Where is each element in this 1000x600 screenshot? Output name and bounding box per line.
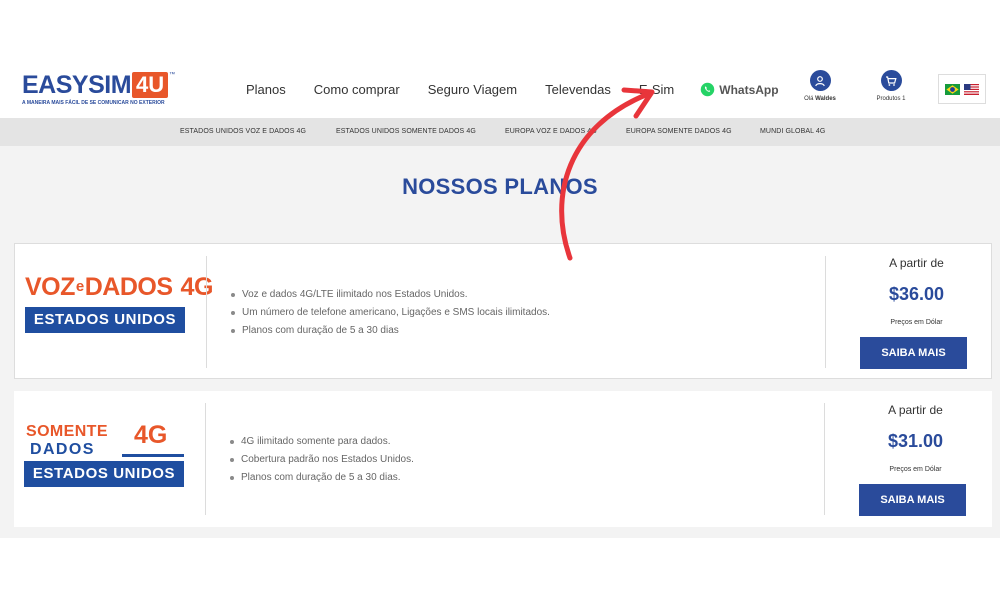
logo-4u-badge: 4U xyxy=(132,72,169,98)
brazil-flag-icon[interactable] xyxy=(945,83,960,95)
site-header: EASYSIM 4U ™ A MANEIRA MAIS FÁCIL DE SE … xyxy=(0,60,1000,118)
feature-item: Cobertura padrão nos Estados Unidos. xyxy=(230,451,414,469)
logo-band: ESTADOS UNIDOS xyxy=(25,307,185,333)
logo-tagline: A MANEIRA MAIS FÁCIL DE SE COMUNICAR NO … xyxy=(22,100,165,106)
category-eua-somente-dados[interactable]: ESTADOS UNIDOS SOMENTE DADOS 4G xyxy=(336,128,476,135)
voz-dados-4g-logo: VOZ e DADOS 4G ESTADOS UNIDOS xyxy=(25,272,213,333)
nav-planos[interactable]: Planos xyxy=(246,82,286,97)
saiba-mais-button[interactable]: SAIBA MAIS xyxy=(859,484,966,516)
logo-dados: DADOS xyxy=(30,441,95,458)
price-from-label: A partir de xyxy=(888,403,943,417)
plan-card: SOMENTE DADOS 4G ESTADOS UNIDOS 4G ilimi… xyxy=(14,391,992,527)
account-name: Waldes xyxy=(815,96,836,102)
feature-item: Planos com duração de 5 a 30 dias. xyxy=(230,469,414,487)
logo-voz: VOZ xyxy=(25,273,75,301)
category-europa-voz-dados[interactable]: EUROPA VOZ E DADOS 4G xyxy=(505,128,597,135)
account-greeting: Olá xyxy=(804,96,814,102)
feature-item: Um número de telefone americano, Ligaçõe… xyxy=(231,304,550,322)
account-button[interactable]: Olá Waldes xyxy=(790,70,850,102)
price-box: A partir de $31.00 Preços em Dólar SAIBA… xyxy=(839,391,992,527)
price-note: Preços em Dólar xyxy=(890,319,943,326)
main-nav: Planos Como comprar Seguro Viagem Televe… xyxy=(246,82,779,97)
user-icon xyxy=(809,70,831,91)
feature-item: 4G ilimitado somente para dados. xyxy=(230,433,414,451)
feature-list: 4G ilimitado somente para dados. Cobertu… xyxy=(230,433,414,487)
divider xyxy=(205,403,206,515)
cart-icon xyxy=(880,70,902,91)
nav-e-sim[interactable]: E-Sim xyxy=(639,82,674,97)
usa-flag-icon[interactable] xyxy=(964,83,979,95)
language-selector xyxy=(938,74,986,104)
somente-dados-4g-logo: SOMENTE DADOS 4G ESTADOS UNIDOS xyxy=(24,421,184,491)
price-value: $31.00 xyxy=(887,431,944,451)
nav-como-comprar[interactable]: Como comprar xyxy=(314,82,400,97)
feature-item: Planos com duração de 5 a 30 dias xyxy=(231,322,550,340)
category-europa-somente-dados[interactable]: EUROPA SOMENTE DADOS 4G xyxy=(626,128,732,135)
price-note: Preços em Dólar xyxy=(889,466,942,473)
logo-band: ESTADOS UNIDOS xyxy=(24,461,184,487)
price-box: A partir de $36.00 Preços em Dólar SAIBA… xyxy=(840,244,993,380)
logo-text: EASYSIM xyxy=(22,70,132,99)
category-eua-voz-dados[interactable]: ESTADOS UNIDOS VOZ E DADOS 4G xyxy=(180,128,306,135)
divider xyxy=(206,256,207,368)
plans-section: NOSSOS PLANOS VOZ e DADOS 4G ESTADOS UNI… xyxy=(0,146,1000,538)
page-title: NOSSOS PLANOS xyxy=(402,174,598,199)
feature-item: Voz e dados 4G/LTE ilimitado nos Estados… xyxy=(231,286,550,304)
logo-e: e xyxy=(75,278,84,295)
whatsapp-icon xyxy=(701,82,715,97)
price-from-label: A partir de xyxy=(889,256,944,270)
feature-list: Voz e dados 4G/LTE ilimitado nos Estados… xyxy=(231,286,550,340)
saiba-mais-button[interactable]: SAIBA MAIS xyxy=(860,337,967,369)
logo-underline xyxy=(122,454,184,457)
cart-label: Produtos 1 xyxy=(876,96,906,102)
nav-whatsapp[interactable]: WhatsApp xyxy=(700,82,779,97)
nav-televendas[interactable]: Televendas xyxy=(545,82,611,97)
divider xyxy=(824,403,825,515)
category-mundi-global[interactable]: MUNDI GLOBAL 4G xyxy=(760,128,825,135)
logo-4g: 4G xyxy=(134,421,168,449)
logo-dados: DADOS xyxy=(84,273,173,301)
category-bar: ESTADOS UNIDOS VOZ E DADOS 4G ESTADOS UN… xyxy=(0,118,1000,146)
logo-4g: 4G xyxy=(180,273,214,301)
divider xyxy=(825,256,826,368)
cart-button[interactable]: Produtos 1 xyxy=(861,70,921,102)
account-label: Olá Waldes xyxy=(804,96,836,102)
nav-seguro-viagem[interactable]: Seguro Viagem xyxy=(428,82,517,97)
logo-somente: SOMENTE xyxy=(26,423,108,440)
price-value: $36.00 xyxy=(888,284,945,304)
logo-trademark: ™ xyxy=(169,72,176,78)
whatsapp-label: WhatsApp xyxy=(719,82,779,97)
plan-card: VOZ e DADOS 4G ESTADOS UNIDOS Voz e dado… xyxy=(14,243,992,379)
easysim4u-logo[interactable]: EASYSIM 4U ™ A MANEIRA MAIS FÁCIL DE SE … xyxy=(22,70,192,108)
